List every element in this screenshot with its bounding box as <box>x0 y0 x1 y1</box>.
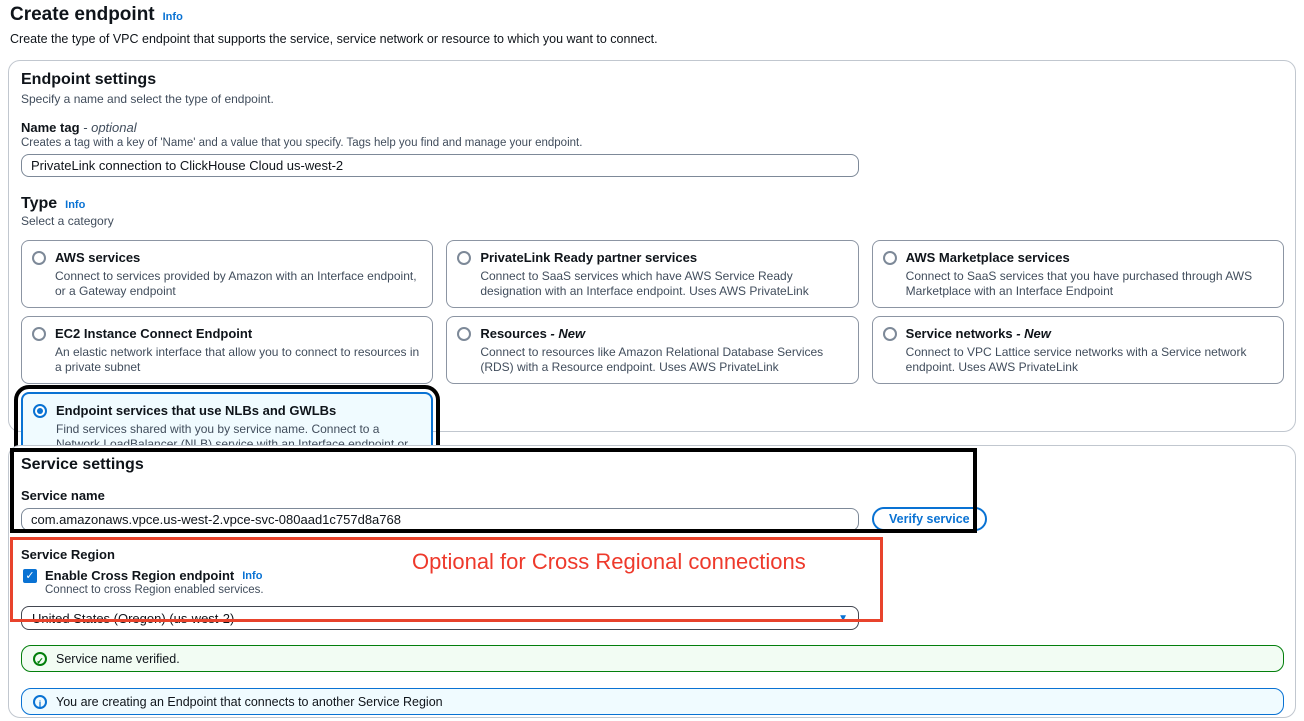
endpoint-settings-subtitle: Specify a name and select the type of en… <box>21 92 1283 106</box>
tile-title: Resources - New <box>480 326 585 341</box>
verify-service-button[interactable]: Verify service <box>872 507 987 531</box>
tile-description: Connect to VPC Lattice service networks … <box>906 345 1271 375</box>
new-badge: - New <box>1013 326 1051 341</box>
service-name-label: Service name <box>21 488 1283 503</box>
tile-description: Connect to SaaS services which have AWS … <box>480 269 845 299</box>
tile-title: Service networks - New <box>906 326 1051 341</box>
page-title-info-link[interactable]: Info <box>163 11 183 23</box>
cross-region-checkbox-label: Enable Cross Region endpoint <box>45 568 234 583</box>
type-tile-privatelink-partner[interactable]: PrivateLink Ready partner services Conne… <box>446 240 858 308</box>
name-tag-description: Creates a tag with a key of 'Name' and a… <box>21 137 1283 149</box>
name-tag-label: Name tag - optional <box>21 120 1283 135</box>
type-tile-marketplace[interactable]: AWS Marketplace services Connect to SaaS… <box>872 240 1284 308</box>
tile-title: Endpoint services that use NLBs and GWLB… <box>56 403 336 418</box>
endpoint-settings-panel: Endpoint settings Specify a name and sel… <box>8 60 1296 432</box>
radio-icon[interactable] <box>883 251 897 265</box>
type-info-link[interactable]: Info <box>65 199 85 211</box>
name-tag-optional-suffix: - optional <box>83 120 136 135</box>
cross-region-checkbox-description: Connect to cross Region enabled services… <box>45 584 1283 596</box>
page-description: Create the type of VPC endpoint that sup… <box>10 32 1294 46</box>
tile-description: An elastic network interface that allow … <box>55 345 420 375</box>
tile-title: AWS services <box>55 250 140 265</box>
cross-region-info-link[interactable]: Info <box>242 570 262 582</box>
service-settings-panel: Service settings Service name Verify ser… <box>8 445 1296 718</box>
tile-title: PrivateLink Ready partner services <box>480 250 697 265</box>
service-verified-text: Service name verified. <box>56 652 180 666</box>
create-endpoint-page: Create endpoint Info Create the type of … <box>0 0 1304 721</box>
type-tile-resources[interactable]: Resources - New Connect to resources lik… <box>446 316 858 384</box>
tile-title: AWS Marketplace services <box>906 250 1070 265</box>
radio-icon[interactable] <box>457 251 471 265</box>
type-tile-aws-services[interactable]: AWS services Connect to services provide… <box>21 240 433 308</box>
cross-region-info-text: You are creating an Endpoint that connec… <box>56 695 443 709</box>
radio-icon[interactable] <box>457 327 471 341</box>
service-verified-banner: ✓ Service name verified. <box>21 645 1284 672</box>
name-tag-input[interactable] <box>21 154 859 177</box>
type-heading: Type <box>21 195 57 213</box>
tile-description: Connect to services provided by Amazon w… <box>55 269 420 299</box>
radio-icon[interactable] <box>883 327 897 341</box>
info-circle-icon: i <box>33 695 47 709</box>
tile-description: Connect to SaaS services that you have p… <box>906 269 1271 299</box>
service-region-label: Service Region <box>21 547 1283 562</box>
service-name-input[interactable] <box>21 508 859 531</box>
new-badge: - New <box>547 326 585 341</box>
region-select[interactable]: United States (Oregon) (us-west-2) ▼ <box>21 606 859 630</box>
service-settings-heading: Service settings <box>21 456 1283 474</box>
region-select-value: United States (Oregon) (us-west-2) <box>32 611 234 626</box>
cross-region-checkbox[interactable]: ✓ <box>23 569 37 583</box>
chevron-down-icon: ▼ <box>838 613 848 624</box>
page-title: Create endpoint <box>10 4 155 26</box>
tile-title: EC2 Instance Connect Endpoint <box>55 326 252 341</box>
page-header: Create endpoint Info Create the type of … <box>10 4 1294 46</box>
cross-region-info-banner: i You are creating an Endpoint that conn… <box>21 688 1284 715</box>
tile-description: Connect to resources like Amazon Relatio… <box>480 345 845 375</box>
radio-icon[interactable] <box>32 327 46 341</box>
success-check-icon: ✓ <box>33 652 47 666</box>
endpoint-settings-heading: Endpoint settings <box>21 71 1283 89</box>
type-tile-service-networks[interactable]: Service networks - New Connect to VPC La… <box>872 316 1284 384</box>
radio-selected-icon[interactable] <box>33 404 47 418</box>
radio-icon[interactable] <box>32 251 46 265</box>
type-tile-ec2-instance-connect[interactable]: EC2 Instance Connect Endpoint An elastic… <box>21 316 433 384</box>
type-subtitle: Select a category <box>21 214 1283 228</box>
